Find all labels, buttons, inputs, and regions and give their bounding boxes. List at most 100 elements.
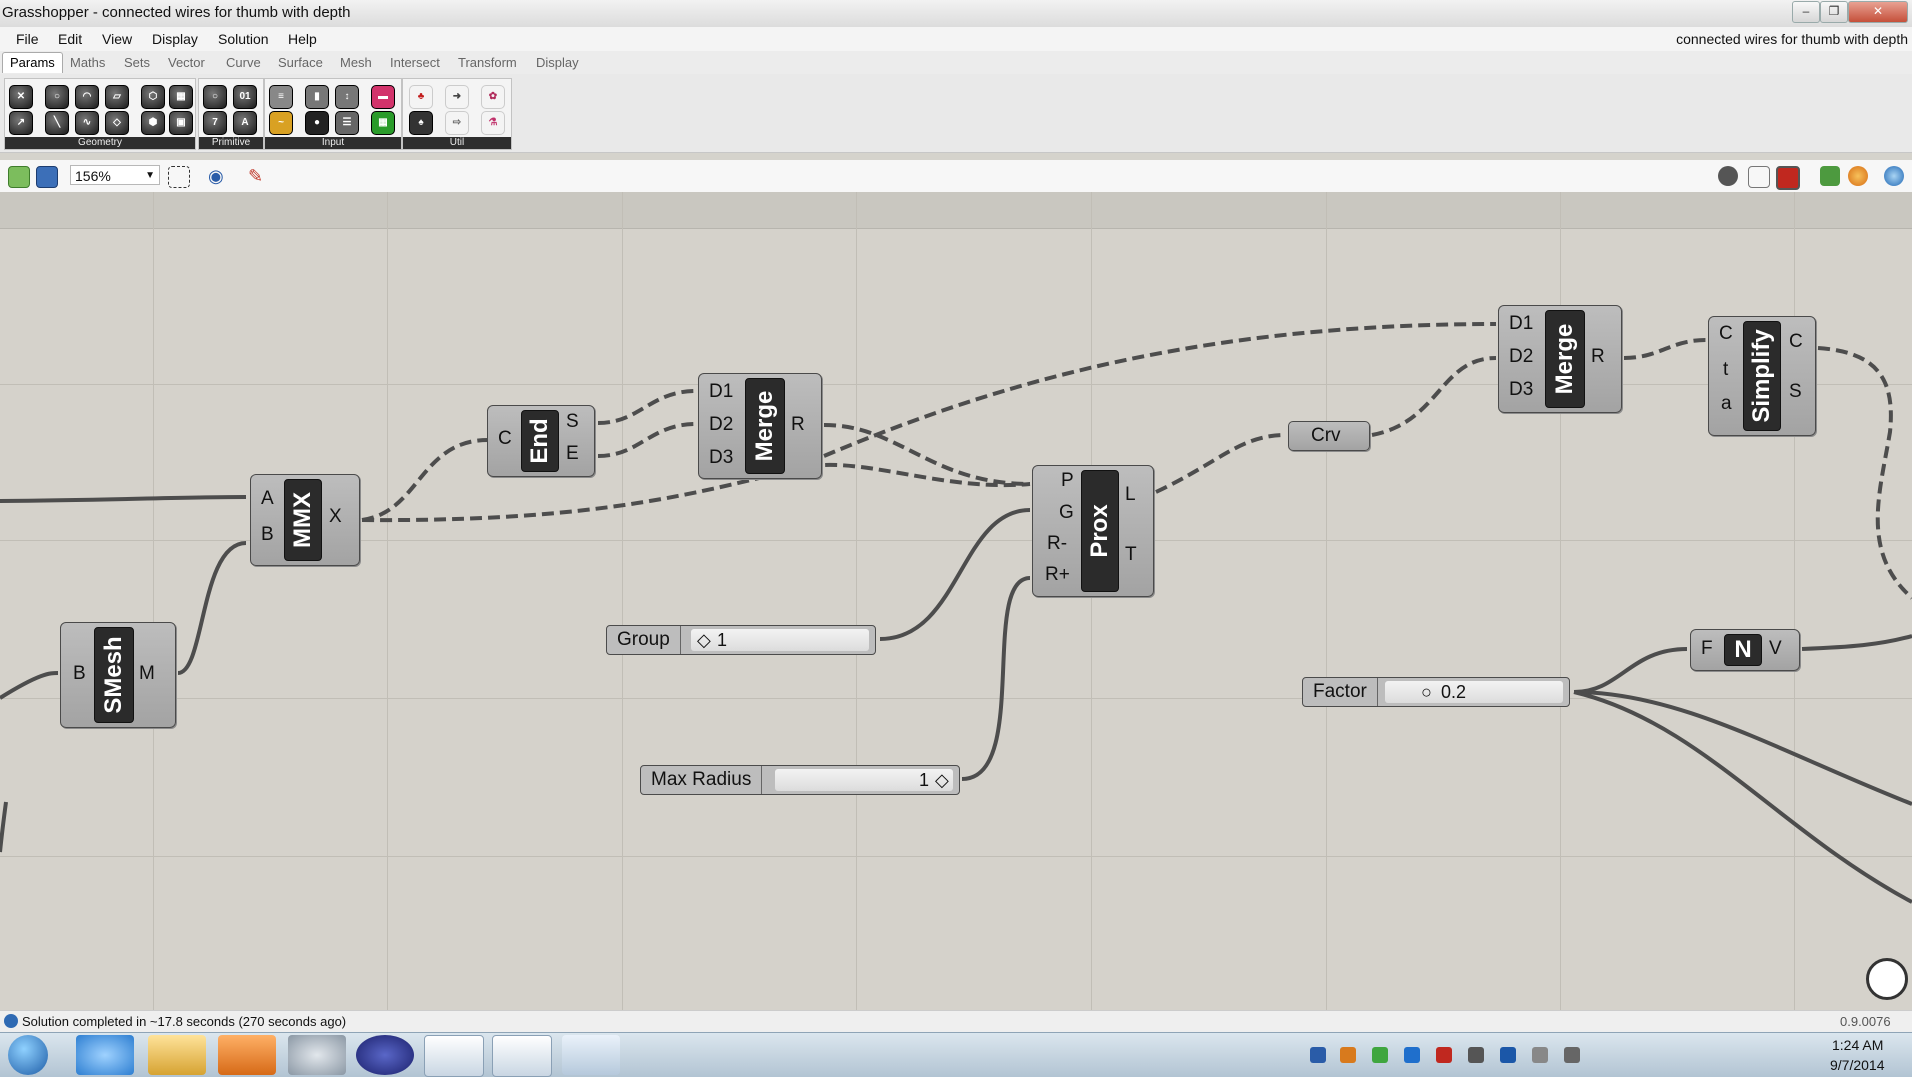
factor-slider-grip-icon[interactable]: ○	[1421, 678, 1432, 706]
tab-sets[interactable]: Sets	[124, 55, 150, 70]
value-list-icon[interactable]: ☰	[335, 111, 359, 135]
tab-intersect[interactable]: Intersect	[390, 55, 440, 70]
merge-component[interactable]: D1 D2 D3 Merge R	[698, 373, 822, 479]
media-player-icon[interactable]	[218, 1035, 276, 1075]
tab-curve[interactable]: Curve	[226, 55, 261, 70]
prox-input-g[interactable]: G	[1059, 502, 1074, 524]
clock-date[interactable]: 9/7/2014	[1830, 1057, 1885, 1073]
factor-slider[interactable]: Factor ○ 0.2	[1302, 677, 1570, 707]
clock-time[interactable]: 1:24 AM	[1832, 1037, 1883, 1053]
slider-icon[interactable]: ▮	[305, 85, 329, 109]
smesh-output-m[interactable]: M	[139, 663, 155, 685]
mesh-param-icon[interactable]: ▦	[169, 85, 193, 109]
eclipse-icon[interactable]	[356, 1035, 414, 1075]
tab-display[interactable]: Display	[536, 55, 579, 70]
panel-icon[interactable]: ≡	[269, 85, 293, 109]
merge-input-d1[interactable]: D1	[709, 381, 733, 403]
prox-input-rminus[interactable]: R-	[1047, 533, 1067, 555]
circle-param-icon[interactable]: ○	[45, 85, 69, 109]
curve-param-icon[interactable]: ∿	[75, 111, 99, 135]
prox-component[interactable]: P G R- R+ Prox L T	[1032, 465, 1154, 597]
unit-output-v[interactable]: V	[1769, 638, 1782, 660]
flask-icon[interactable]: ⚗	[481, 111, 505, 135]
tray-battery-icon[interactable]	[1532, 1047, 1548, 1063]
merge2-input-d1[interactable]: D1	[1509, 313, 1533, 335]
boolean-param-icon[interactable]: 01	[233, 85, 257, 109]
navigation-compass-icon[interactable]	[1866, 958, 1908, 1000]
merge-component-2[interactable]: D1 D2 D3 Merge R	[1498, 305, 1622, 413]
box-param-icon[interactable]: ⬢	[141, 111, 165, 135]
unit-vector-component[interactable]: F N V	[1690, 629, 1800, 671]
smesh-component[interactable]: B SMesh M	[60, 622, 176, 728]
simplify-input-t[interactable]: t	[1723, 359, 1728, 381]
mmx-input-a[interactable]: A	[261, 488, 274, 510]
unit-input-f[interactable]: F	[1701, 638, 1713, 660]
simplify-input-c[interactable]: C	[1719, 323, 1733, 345]
simplify-output-s[interactable]: S	[1789, 381, 1802, 403]
button-icon[interactable]: ●	[305, 111, 329, 135]
group-slider[interactable]: Group ◇ 1	[606, 625, 876, 655]
merge-input-d3[interactable]: D3	[709, 447, 733, 469]
prox-output-l[interactable]: L	[1125, 484, 1136, 506]
save-file-icon[interactable]	[36, 166, 58, 188]
prox-output-t[interactable]: T	[1125, 544, 1137, 566]
number-param-icon[interactable]: 7	[203, 111, 227, 135]
smesh-input-b[interactable]: B	[73, 663, 86, 685]
end-output-e[interactable]: E	[566, 443, 579, 465]
end-output-s[interactable]: S	[566, 411, 579, 433]
simplify-output-c[interactable]: C	[1789, 331, 1803, 353]
menu-edit[interactable]: Edit	[58, 31, 82, 47]
mmx-output-x[interactable]: X	[329, 506, 342, 528]
menu-solution[interactable]: Solution	[218, 31, 269, 47]
gradient-icon[interactable]: ▬	[371, 85, 395, 109]
globe-icon[interactable]	[1884, 166, 1904, 186]
tab-mesh[interactable]: Mesh	[340, 55, 372, 70]
preview-shaded-icon[interactable]	[1748, 166, 1770, 188]
grasshopper-canvas[interactable]: B SMesh M A B MMX X C End S E D1 D2 D3 M…	[0, 192, 1912, 1010]
tab-transform[interactable]: Transform	[458, 55, 517, 70]
tray-monitor-icon[interactable]	[1468, 1047, 1484, 1063]
start-button-icon[interactable]	[8, 1035, 48, 1075]
line-param-icon[interactable]: ╲	[45, 111, 69, 135]
settings-gear-icon[interactable]	[288, 1035, 346, 1075]
tab-maths[interactable]: Maths	[70, 55, 105, 70]
merge2-input-d3[interactable]: D3	[1509, 379, 1533, 401]
integer-param-icon[interactable]: ○	[203, 85, 227, 109]
tab-params[interactable]: Params	[2, 52, 63, 73]
factor-slider-track[interactable]	[1385, 681, 1563, 703]
zoom-dropdown[interactable]: 156% ▼	[70, 165, 160, 185]
tray-update-icon[interactable]	[1340, 1047, 1356, 1063]
simplify-input-a[interactable]: a	[1721, 393, 1732, 415]
merge2-input-d2[interactable]: D2	[1509, 346, 1533, 368]
merge2-output-r[interactable]: R	[1591, 346, 1605, 368]
surface-param-icon[interactable]: ◇	[105, 111, 129, 135]
data-input-icon[interactable]: ➜	[445, 85, 469, 109]
tray-bluetooth-icon[interactable]	[1500, 1047, 1516, 1063]
plane-param-icon[interactable]: ▱	[105, 85, 129, 109]
tray-volume-icon[interactable]	[1564, 1047, 1580, 1063]
curve-param[interactable]: Crv	[1288, 421, 1370, 451]
prox-input-rplus[interactable]: R+	[1045, 564, 1070, 586]
tray-network-icon[interactable]	[1310, 1047, 1326, 1063]
mmx-component[interactable]: A B MMX X	[250, 474, 360, 566]
open-file-icon[interactable]	[8, 166, 30, 188]
restore-button[interactable]: ❐	[1820, 1, 1848, 23]
endpoints-component[interactable]: C End S E	[487, 405, 595, 477]
brep-param-icon[interactable]: ⬡	[141, 85, 165, 109]
preview-selected-icon[interactable]	[1776, 166, 1800, 190]
prox-input-p[interactable]: P	[1061, 470, 1074, 492]
close-button[interactable]: ✕	[1848, 1, 1908, 23]
point-param-icon[interactable]: ✕	[9, 85, 33, 109]
material-sphere-icon[interactable]	[1848, 166, 1868, 186]
max-radius-slider[interactable]: Max Radius 1 ◇	[640, 765, 960, 795]
preview-wire-icon[interactable]	[1718, 166, 1738, 186]
rhino-icon[interactable]	[492, 1035, 552, 1077]
geometry-param-icon[interactable]: ▣	[169, 111, 193, 135]
matrix-icon[interactable]: ▦	[371, 111, 395, 135]
menu-help[interactable]: Help	[288, 31, 317, 47]
group-slider-grip-icon[interactable]: ◇	[697, 626, 711, 654]
text-param-icon[interactable]: A	[233, 111, 257, 135]
tree-icon[interactable]: ♠	[409, 111, 433, 135]
paint-icon[interactable]	[562, 1035, 620, 1075]
tab-vector[interactable]: Vector	[168, 55, 205, 70]
